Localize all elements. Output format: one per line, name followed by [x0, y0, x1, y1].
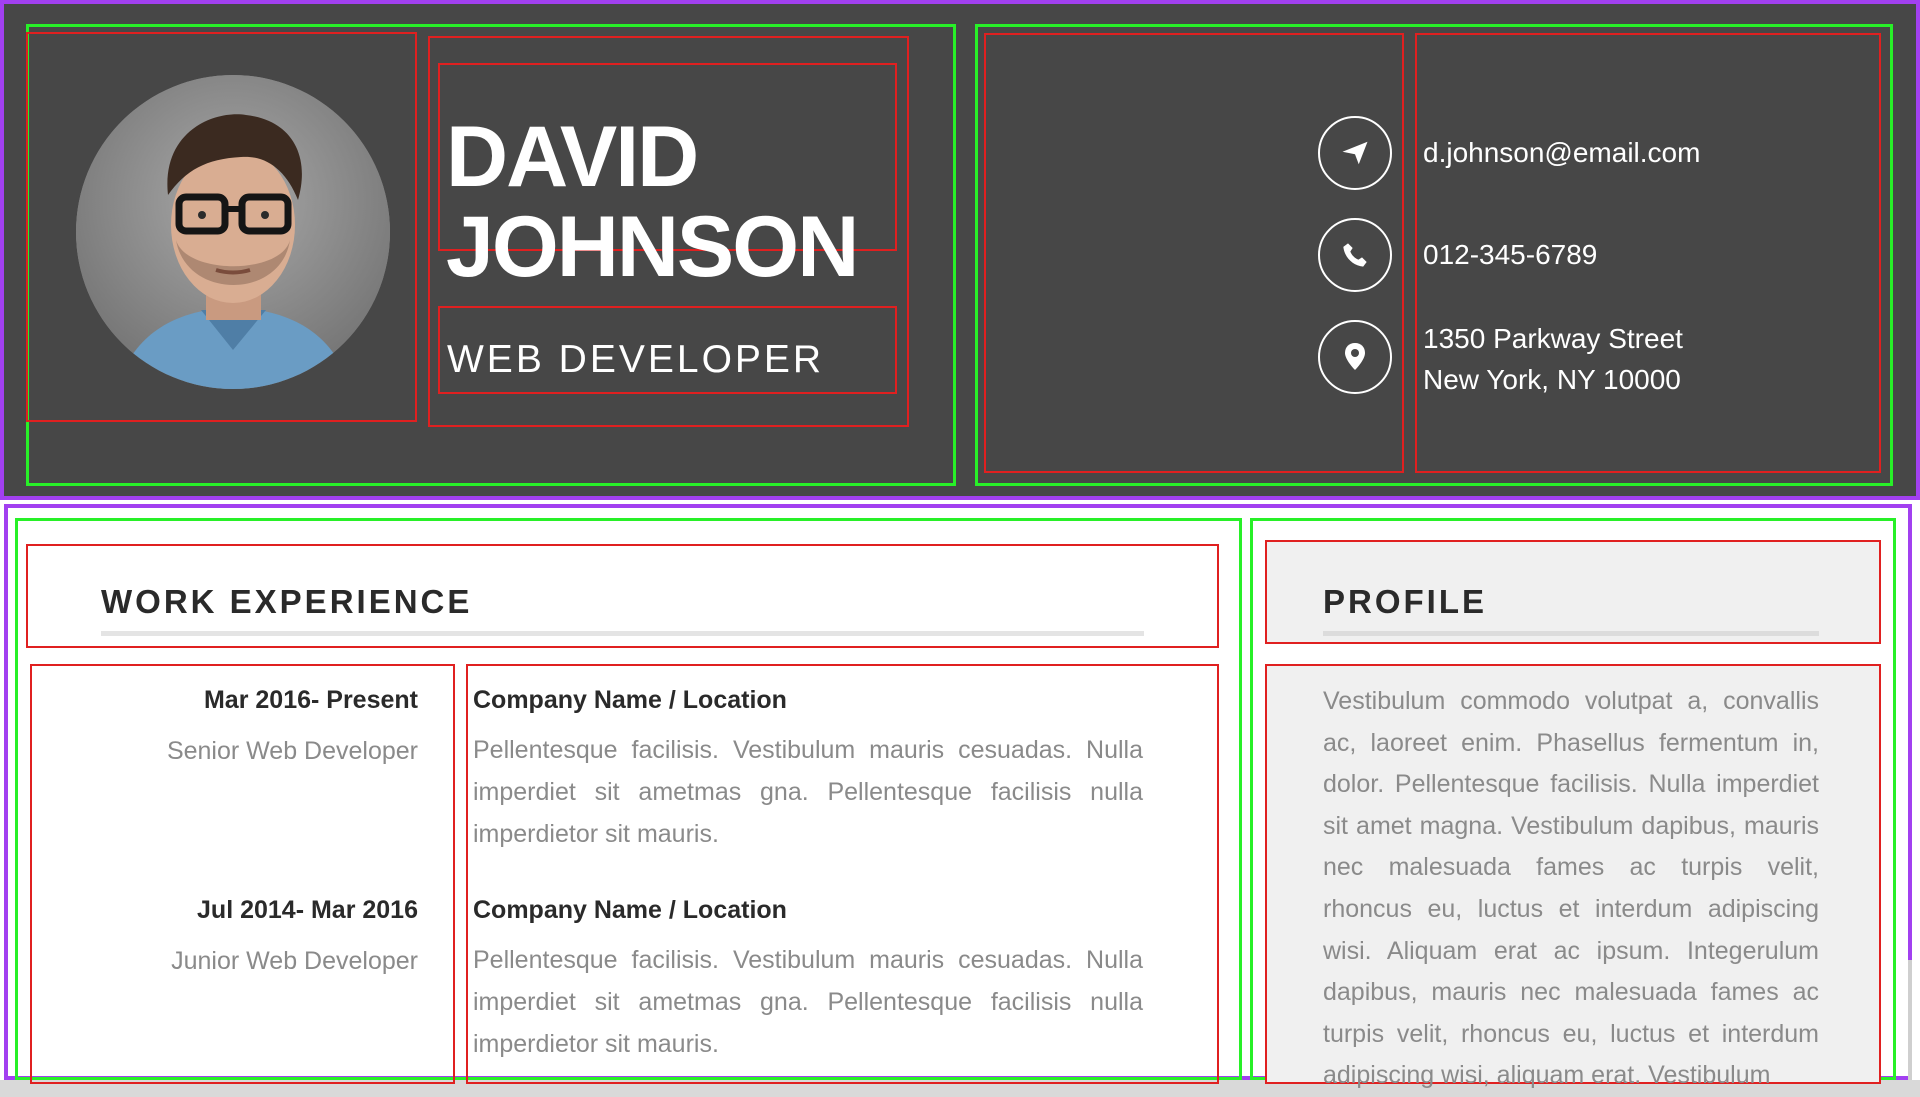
phone-icon — [1318, 218, 1392, 292]
profile-heading-rule — [1323, 631, 1819, 636]
address-line-2: New York, NY 10000 — [1423, 364, 1681, 395]
work-heading-rule — [101, 631, 1144, 636]
job-date: Mar 2016- Present — [203, 686, 418, 714]
name-first: DAVID — [446, 109, 699, 205]
job-company: Company Name / Location — [473, 896, 787, 924]
profile-summary: Vestibulum commodo volutpat a, convallis… — [1323, 687, 1819, 1090]
contact-phone: 012-345-6789 — [1423, 239, 1598, 270]
portrait-illustration — [76, 75, 390, 389]
avatar — [76, 75, 390, 389]
job-description: Pellentesque facilisis. Vestibulum mauri… — [473, 946, 1143, 1058]
name-last: JOHNSON — [446, 199, 859, 295]
job-description: Pellentesque facilisis. Vestibulum mauri… — [473, 736, 1143, 848]
contact-address: 1350 Parkway Street New York, NY 10000 — [1423, 318, 1683, 400]
job-dates-region — [30, 664, 455, 1084]
resume-page: DAVID JOHNSON WEB DEVELOPER d.johnson@em… — [0, 0, 1920, 1089]
work-experience-heading: WORK EXPERIENCE — [101, 583, 473, 620]
job-role: Senior Web Developer — [166, 737, 418, 765]
job-date: Jul 2014- Mar 2016 — [197, 896, 418, 924]
map-pin-icon — [1318, 320, 1392, 394]
job-title: WEB DEVELOPER — [447, 338, 825, 381]
contact-email: d.johnson@email.com — [1423, 137, 1701, 168]
paper-plane-icon — [1318, 116, 1392, 190]
scrollbar[interactable] — [1908, 960, 1912, 1080]
job-role: Junior Web Developer — [171, 947, 418, 975]
address-line-1: 1350 Parkway Street — [1423, 323, 1683, 354]
job-company: Company Name / Location — [473, 686, 787, 714]
profile-heading: PROFILE — [1323, 583, 1488, 620]
candidate-name: DAVID JOHNSON — [446, 112, 936, 292]
